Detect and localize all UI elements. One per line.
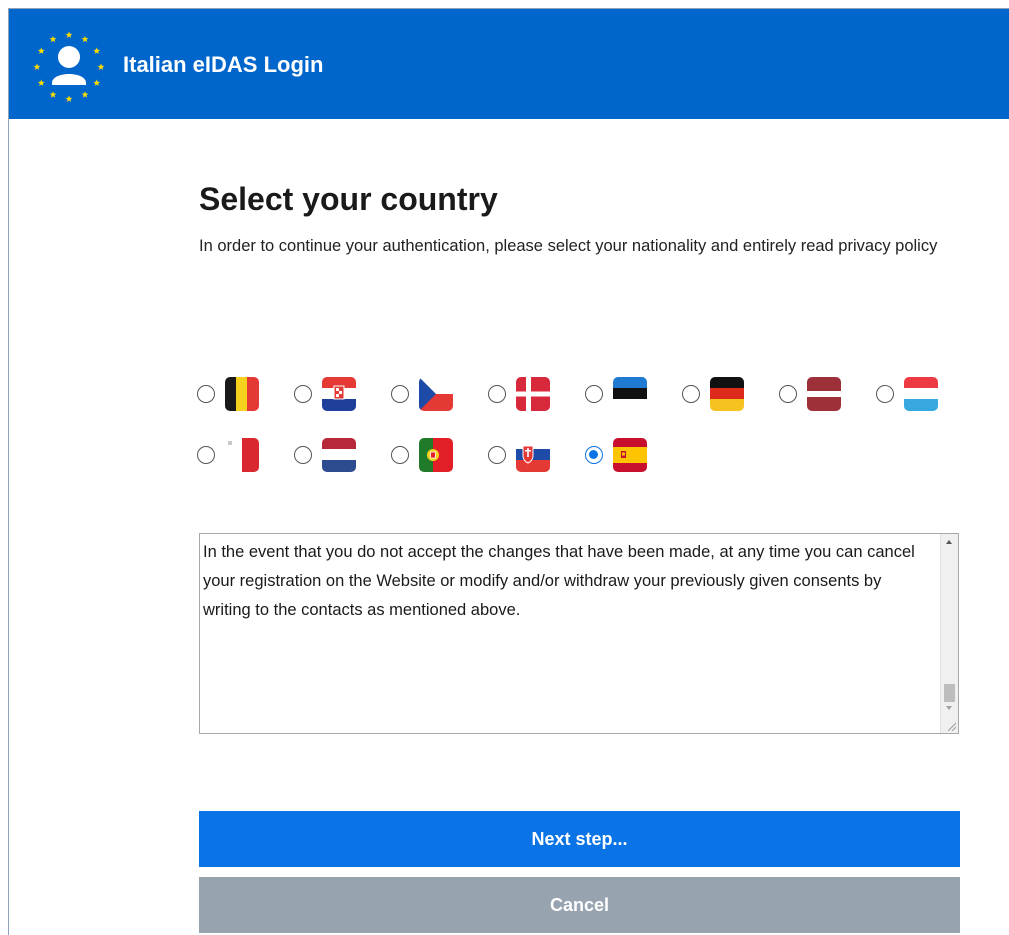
- eu-star-icon: [81, 35, 89, 43]
- app-title: Italian eIDAS Login: [123, 52, 324, 77]
- country-option-netherlands[interactable]: [294, 438, 356, 472]
- policy-scrollbar[interactable]: [940, 534, 958, 733]
- eu-star-icon: [49, 35, 57, 43]
- intro-text: In order to continue your authentication…: [199, 237, 938, 255]
- eu-star-icon: [65, 31, 73, 38]
- eu-star-icon: [37, 79, 45, 86]
- next-step-button[interactable]: Next step...: [199, 811, 960, 867]
- malta-flag-icon: [225, 438, 259, 472]
- country-radio[interactable]: [488, 446, 506, 464]
- cancel-button[interactable]: Cancel: [199, 877, 960, 933]
- eu-star-icon: [93, 47, 101, 54]
- czech-flag-icon: [419, 377, 453, 411]
- country-option-belgium[interactable]: [197, 377, 259, 411]
- estonia-flag-icon: [613, 377, 647, 411]
- country-radio[interactable]: [294, 385, 312, 403]
- country-radio-selected[interactable]: [585, 446, 603, 464]
- country-radio[interactable]: [197, 385, 215, 403]
- scroll-down-arrow-icon[interactable]: [946, 706, 952, 710]
- eu-star-icon: [97, 63, 105, 70]
- country-radio[interactable]: [391, 385, 409, 403]
- scroll-up-arrow-icon[interactable]: [946, 540, 952, 544]
- country-radio[interactable]: [876, 385, 894, 403]
- country-option-malta[interactable]: [197, 438, 259, 472]
- country-option-estonia[interactable]: [585, 377, 647, 411]
- country-option-czech[interactable]: [391, 377, 453, 411]
- spain-flag-icon: [613, 438, 647, 472]
- luxembourg-flag-icon: [904, 377, 938, 411]
- belgium-flag-icon: [225, 377, 259, 411]
- eu-star-icon: [49, 91, 57, 98]
- scroll-thumb[interactable]: [944, 684, 955, 702]
- country-radio[interactable]: [391, 446, 409, 464]
- eu-star-icon: [37, 47, 45, 54]
- country-option-portugal[interactable]: [391, 438, 453, 472]
- denmark-flag-icon: [516, 377, 550, 411]
- window-frame-left: [8, 8, 9, 935]
- app-header: Italian eIDAS Login: [9, 9, 1009, 119]
- latvia-flag-icon: [807, 377, 841, 411]
- country-option-denmark[interactable]: [488, 377, 550, 411]
- country-radio[interactable]: [488, 385, 506, 403]
- country-radio[interactable]: [197, 446, 215, 464]
- country-option-germany[interactable]: [682, 377, 744, 411]
- eu-star-icon: [65, 95, 73, 102]
- resize-grip-icon[interactable]: [946, 721, 956, 731]
- eu-stars-user-icon: [33, 31, 105, 102]
- page-title: Select your country: [199, 181, 498, 217]
- country-option-luxembourg[interactable]: [876, 377, 938, 411]
- country-radio[interactable]: [779, 385, 797, 403]
- croatia-flag-icon: [322, 377, 356, 411]
- eu-star-icon: [81, 91, 89, 98]
- portugal-flag-icon: [419, 438, 453, 472]
- country-option-latvia[interactable]: [779, 377, 841, 411]
- country-option-spain[interactable]: [585, 438, 647, 472]
- eu-star-icon: [33, 63, 41, 70]
- country-radio[interactable]: [294, 446, 312, 464]
- netherlands-flag-icon: [322, 438, 356, 472]
- country-radio[interactable]: [585, 385, 603, 403]
- germany-flag-icon: [710, 377, 744, 411]
- country-radio[interactable]: [682, 385, 700, 403]
- country-option-slovakia[interactable]: [488, 438, 550, 472]
- country-option-croatia[interactable]: [294, 377, 356, 411]
- slovakia-flag-icon: [516, 438, 550, 472]
- eu-star-icon: [93, 79, 101, 86]
- privacy-policy-text: In the event that you do not accept the …: [203, 543, 915, 619]
- privacy-policy-textarea[interactable]: In the event that you do not accept the …: [199, 533, 959, 734]
